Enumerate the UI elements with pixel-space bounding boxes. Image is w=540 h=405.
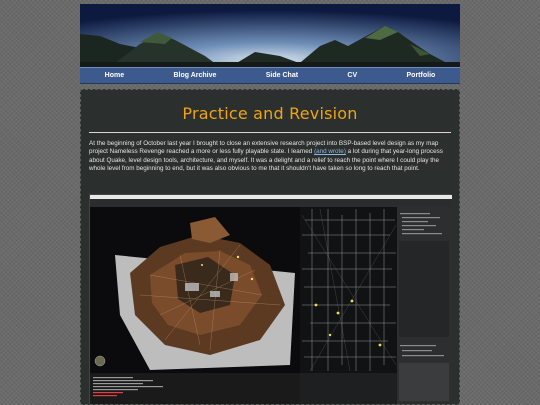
mountain-landscape-image (80, 4, 460, 67)
nav-side-chat[interactable]: Side Chat (260, 72, 304, 79)
post-content: Practice and Revision At the beginning o… (80, 89, 460, 405)
page-wrapper: Home Blog Archive Side Chat CV Portfolio… (80, 4, 460, 405)
post-paragraph: At the beginning of October last year I … (89, 140, 451, 173)
nav-cv[interactable]: CV (341, 72, 363, 79)
main-navigation: Home Blog Archive Side Chat CV Portfolio (80, 67, 460, 84)
nav-home[interactable]: Home (99, 72, 130, 79)
and-wrote-link[interactable]: (and wrote) (314, 148, 346, 155)
header-banner-image (80, 4, 460, 67)
editor-screenshot-image (90, 195, 452, 404)
nav-portfolio[interactable]: Portfolio (401, 72, 442, 79)
post-title: Practice and Revision (182, 104, 358, 123)
nav-blog-archive[interactable]: Blog Archive (167, 72, 222, 79)
title-divider (89, 132, 451, 133)
level-editor-screenshot[interactable] (89, 194, 452, 404)
